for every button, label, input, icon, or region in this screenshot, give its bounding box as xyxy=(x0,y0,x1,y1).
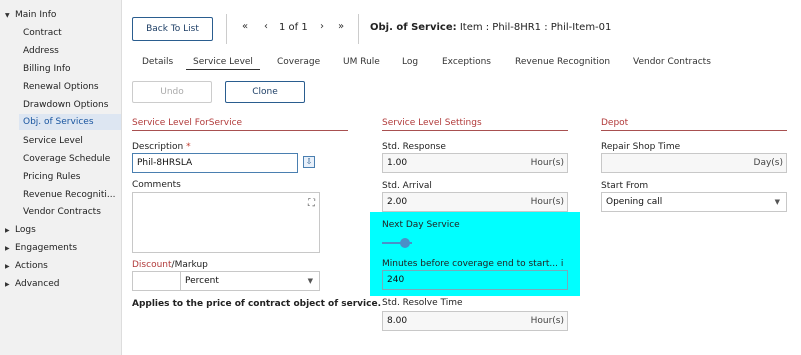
toolbar-divider xyxy=(358,14,359,44)
std-arrival-unit: Hour(s) xyxy=(530,197,564,207)
repair-shop-time-input[interactable]: Day(s) xyxy=(601,153,787,173)
sidebar-group-label: Logs xyxy=(15,225,36,235)
repair-shop-time-label: Repair Shop Time xyxy=(601,142,681,152)
tab-coverage[interactable]: Coverage xyxy=(277,57,320,67)
std-resolve-time-input[interactable]: 8.00 Hour(s) xyxy=(382,311,568,331)
sidebar-group-label: Main Info xyxy=(15,10,57,20)
description-label: Description * xyxy=(132,142,191,152)
next-day-service-toggle[interactable] xyxy=(382,236,412,250)
record-title: Obj. of Service: Item : Phil-8HR1 : Phil… xyxy=(370,22,611,33)
sidebar-item-obj-of-services[interactable]: Obj. of Services xyxy=(19,114,121,130)
section-divider xyxy=(601,130,787,131)
start-from-value: Opening call xyxy=(606,197,663,207)
tab-vendor-contracts[interactable]: Vendor Contracts xyxy=(633,57,711,67)
repair-shop-time-unit: Day(s) xyxy=(753,158,783,168)
discount-input[interactable] xyxy=(132,271,181,291)
section-divider xyxy=(382,130,568,131)
comments-label: Comments xyxy=(132,180,181,190)
next-page-button[interactable]: › xyxy=(320,21,324,32)
sidebar-item-renewal-options[interactable]: Renewal Options xyxy=(23,82,99,92)
std-response-input[interactable]: 1.00 Hour(s) xyxy=(382,153,568,173)
std-response-unit: Hour(s) xyxy=(530,158,564,168)
markup-note: Applies to the price of contract object … xyxy=(132,299,381,309)
sidebar-group-actions[interactable]: ▶ Actions xyxy=(5,261,48,271)
sidebar-group-engagements[interactable]: ▶ Engagements xyxy=(5,243,77,253)
caret-right-icon: ▶ xyxy=(5,263,10,270)
tab-exceptions[interactable]: Exceptions xyxy=(442,57,491,67)
record-label: Obj. of Service: xyxy=(370,22,457,33)
record-value: Item : Phil-8HR1 : Phil-Item-01 xyxy=(456,22,612,33)
section-title-service-level-for-service: Service Level ForService xyxy=(132,118,243,128)
sidebar-item-vendor-contracts[interactable]: Vendor Contracts xyxy=(23,207,101,217)
markup-select[interactable]: Percent ▼ xyxy=(180,271,320,291)
std-resolve-time-label: Std. Resolve Time xyxy=(382,298,463,308)
sidebar-group-logs[interactable]: ▶ Logs xyxy=(5,225,36,235)
std-resolve-value: 8.00 xyxy=(387,316,408,326)
markup-label: Markup xyxy=(174,260,208,270)
sidebar-item-address[interactable]: Address xyxy=(23,46,59,56)
undo-button[interactable]: Undo xyxy=(132,81,212,103)
sidebar-group-main-info[interactable]: ▼ Main Info xyxy=(5,10,56,20)
start-from-label: Start From xyxy=(601,181,649,191)
toolbar-divider xyxy=(226,14,227,44)
tab-details[interactable]: Details xyxy=(142,57,173,67)
sidebar-item-contract[interactable]: Contract xyxy=(23,28,62,38)
sidebar-item-billing-info[interactable]: Billing Info xyxy=(23,64,71,74)
chevron-down-icon: ▼ xyxy=(307,277,313,285)
std-response-value: 1.00 xyxy=(387,158,408,168)
section-title-service-level-settings: Service Level Settings xyxy=(382,118,482,128)
pager-text: 1 of 1 xyxy=(279,22,308,33)
section-divider xyxy=(132,130,348,131)
minutes-before-coverage-input[interactable]: 240 xyxy=(382,270,568,290)
caret-right-icon: ▶ xyxy=(5,281,10,288)
caret-down-icon: ▼ xyxy=(5,12,10,19)
sidebar-item-drawdown-options[interactable]: Drawdown Options xyxy=(23,100,108,110)
minutes-before-coverage-label: Minutes before coverage end to start... … xyxy=(382,259,563,269)
start-from-select[interactable]: Opening call ▼ xyxy=(601,192,787,212)
std-arrival-value: 2.00 xyxy=(387,197,408,207)
sidebar-group-label: Advanced xyxy=(15,279,60,289)
caret-right-icon: ▶ xyxy=(5,227,10,234)
chevron-down-icon: ▼ xyxy=(774,198,780,206)
sidebar-group-advanced[interactable]: ▶ Advanced xyxy=(5,279,59,289)
caret-right-icon: ▶ xyxy=(5,245,10,252)
section-title-depot: Depot xyxy=(601,118,629,128)
sidebar-group-label: Engagements xyxy=(15,243,78,253)
comments-textarea[interactable]: ⛶ xyxy=(132,192,320,253)
discount-markup-label: Discount/Markup xyxy=(132,260,208,270)
main-panel: Back To List « ‹ 1 of 1 › » Obj. of Serv… xyxy=(122,0,801,355)
description-label-text: Description xyxy=(132,142,184,152)
description-input[interactable]: Phil-8HRSLA xyxy=(132,153,298,173)
toggle-knob xyxy=(400,238,410,248)
sidebar-item-pricing-rules[interactable]: Pricing Rules xyxy=(23,172,80,182)
expand-icon[interactable]: ⛶ xyxy=(308,195,315,213)
prev-page-button[interactable]: ‹ xyxy=(264,21,268,32)
markup-select-value: Percent xyxy=(185,276,219,286)
sidebar-item-coverage-schedule[interactable]: Coverage Schedule xyxy=(23,154,110,164)
std-arrival-label: Std. Arrival xyxy=(382,181,432,191)
tab-service-level[interactable]: Service Level xyxy=(186,57,260,70)
std-resolve-unit: Hour(s) xyxy=(530,316,564,326)
lookup-icon[interactable]: ⇩ xyxy=(303,156,315,168)
std-arrival-input[interactable]: 2.00 Hour(s) xyxy=(382,192,568,212)
tab-log[interactable]: Log xyxy=(402,57,418,67)
tab-revenue-recognition[interactable]: Revenue Recognition xyxy=(515,57,610,67)
tab-um-rule[interactable]: UM Rule xyxy=(343,57,380,67)
info-icon[interactable]: i xyxy=(561,259,564,269)
sidebar-item-service-level[interactable]: Service Level xyxy=(23,136,83,146)
discount-label: Discount xyxy=(132,260,172,270)
sidebar: ▼ Main Info Contract Address Billing Info… xyxy=(0,0,122,355)
last-page-button[interactable]: » xyxy=(338,21,344,32)
required-mark: * xyxy=(186,142,191,152)
back-to-list-button[interactable]: Back To List xyxy=(132,17,213,41)
first-page-button[interactable]: « xyxy=(242,21,248,32)
std-response-label: Std. Response xyxy=(382,142,446,152)
next-day-service-label: Next Day Service xyxy=(382,220,460,230)
clone-button[interactable]: Clone xyxy=(225,81,305,103)
sidebar-group-label: Actions xyxy=(15,261,48,271)
minutes-label-text: Minutes before coverage end to start... xyxy=(382,259,559,269)
sidebar-item-revenue-recognition[interactable]: Revenue Recogniti... xyxy=(23,190,115,200)
